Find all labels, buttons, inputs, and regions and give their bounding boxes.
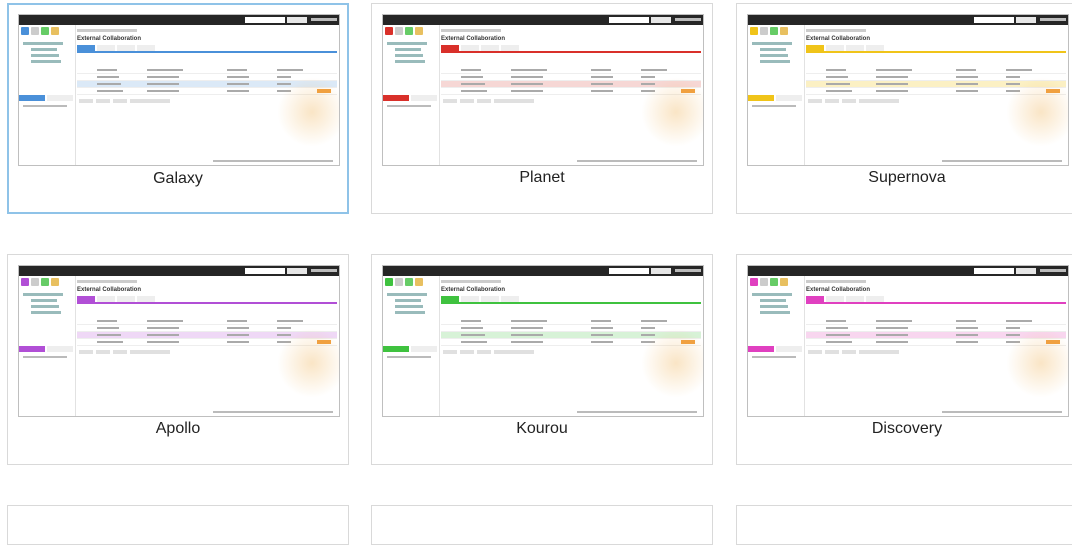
preview-tool-icon: [760, 27, 768, 35]
preview-advanced-link: [311, 18, 337, 21]
theme-card-stub[interactable]: [371, 505, 713, 545]
preview-advanced-link: [675, 269, 701, 272]
preview-main: External Collaboration: [77, 27, 339, 165]
preview-home-icon: [385, 278, 393, 286]
theme-card-planet[interactable]: External Collaboration Planet: [371, 3, 713, 214]
theme-preview-thumbnail: External Collaboration: [747, 14, 1069, 166]
preview-topbar: [383, 15, 703, 25]
preview-title: External Collaboration: [441, 36, 506, 42]
preview-tool-icon: [760, 278, 768, 286]
preview-tree: [748, 37, 804, 65]
preview-sidebar: [19, 276, 76, 416]
preview-sidebar: [19, 25, 76, 165]
theme-name: Discovery: [871, 420, 943, 437]
theme-preview-thumbnail: External Collaboration: [747, 265, 1069, 417]
theme-card-stub[interactable]: [736, 505, 1072, 545]
preview-search-button: [287, 268, 307, 274]
preview-tree: [383, 37, 439, 65]
preview-sidebar: [383, 25, 440, 165]
preview-sidebar: [748, 25, 805, 165]
theme-preview-thumbnail: External Collaboration: [18, 265, 340, 417]
preview-main: External Collaboration: [441, 278, 703, 416]
preview-folder-icon: [415, 27, 423, 35]
preview-advanced-link: [311, 269, 337, 272]
theme-grid: External Collaboration Galaxy External C…: [0, 0, 1072, 545]
preview-search: [609, 17, 649, 23]
preview-search: [609, 268, 649, 274]
preview-tree: [19, 37, 75, 65]
preview-search-button: [287, 17, 307, 23]
preview-search-button: [1016, 17, 1036, 23]
preview-tree: [19, 288, 75, 316]
preview-title: External Collaboration: [441, 287, 506, 293]
preview-topbar: [748, 266, 1068, 276]
preview-advanced-link: [675, 18, 701, 21]
preview-folder-icon: [51, 27, 59, 35]
preview-tree: [383, 288, 439, 316]
preview-tree: [748, 288, 804, 316]
preview-tool-icon: [31, 27, 39, 35]
preview-home-icon: [385, 27, 393, 35]
preview-title: External Collaboration: [77, 36, 142, 42]
preview-main: External Collaboration: [77, 278, 339, 416]
preview-home-icon: [750, 278, 758, 286]
preview-search: [974, 17, 1014, 23]
theme-card-discovery[interactable]: External Collaboration Discovery: [736, 254, 1072, 465]
preview-folder-icon: [415, 278, 423, 286]
theme-preview-thumbnail: External Collaboration: [382, 14, 704, 166]
preview-title: External Collaboration: [806, 36, 871, 42]
preview-main: External Collaboration: [806, 27, 1068, 165]
preview-home-icon: [21, 27, 29, 35]
theme-card-stub[interactable]: [7, 505, 349, 545]
preview-advanced-link: [1040, 269, 1066, 272]
preview-search-button: [651, 17, 671, 23]
preview-tool-icon: [395, 278, 403, 286]
theme-preview-thumbnail: External Collaboration: [382, 265, 704, 417]
theme-name: Supernova: [868, 169, 946, 186]
theme-card-apollo[interactable]: External Collaboration Apollo: [7, 254, 349, 465]
preview-title: External Collaboration: [806, 287, 871, 293]
preview-main: External Collaboration: [441, 27, 703, 165]
preview-globe-icon: [770, 27, 778, 35]
theme-preview-thumbnail: External Collaboration: [18, 14, 340, 166]
preview-search-button: [651, 268, 671, 274]
preview-topbar: [19, 15, 339, 25]
preview-tool-icon: [395, 27, 403, 35]
theme-name: Galaxy: [153, 170, 203, 187]
preview-search: [974, 268, 1014, 274]
preview-folder-icon: [780, 27, 788, 35]
preview-home-icon: [21, 278, 29, 286]
preview-search-button: [1016, 268, 1036, 274]
preview-globe-icon: [405, 278, 413, 286]
preview-globe-icon: [405, 27, 413, 35]
preview-topbar: [383, 266, 703, 276]
preview-sidebar: [383, 276, 440, 416]
preview-search: [245, 17, 285, 23]
preview-globe-icon: [41, 27, 49, 35]
theme-card-supernova[interactable]: External Collaboration Supernova: [736, 3, 1072, 214]
preview-tool-icon: [31, 278, 39, 286]
preview-main: External Collaboration: [806, 278, 1068, 416]
theme-card-galaxy[interactable]: External Collaboration Galaxy: [7, 3, 349, 214]
preview-sidebar: [748, 276, 805, 416]
preview-folder-icon: [780, 278, 788, 286]
theme-name: Planet: [519, 169, 565, 186]
theme-name: Kourou: [516, 420, 568, 437]
theme-name: Apollo: [155, 420, 201, 437]
preview-folder-icon: [51, 278, 59, 286]
preview-topbar: [748, 15, 1068, 25]
theme-card-kourou[interactable]: External Collaboration Kourou: [371, 254, 713, 465]
preview-topbar: [19, 266, 339, 276]
preview-globe-icon: [41, 278, 49, 286]
preview-advanced-link: [1040, 18, 1066, 21]
preview-title: External Collaboration: [77, 287, 142, 293]
preview-globe-icon: [770, 278, 778, 286]
preview-home-icon: [750, 27, 758, 35]
preview-search: [245, 268, 285, 274]
